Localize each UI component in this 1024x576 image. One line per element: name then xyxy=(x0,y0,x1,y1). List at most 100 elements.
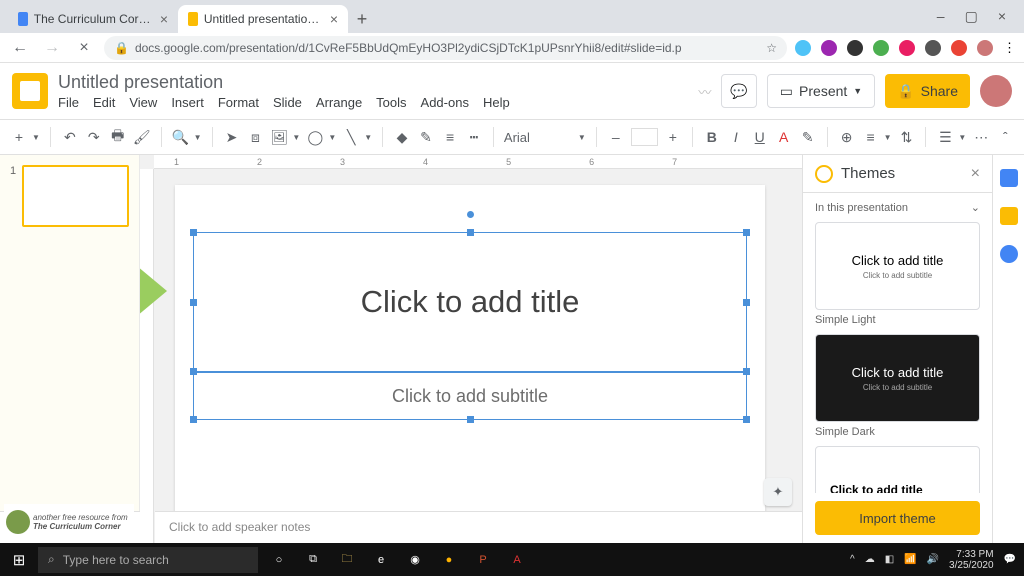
browser-tab[interactable]: The Curriculum Corner teachers × xyxy=(8,5,178,33)
close-icon[interactable]: × xyxy=(998,8,1006,25)
collapse-toolbar-icon[interactable]: ˆ xyxy=(996,127,1014,147)
new-tab-button[interactable]: + xyxy=(348,5,376,33)
share-button[interactable]: 🔒 Share xyxy=(885,74,970,108)
speaker-notes[interactable]: Click to add speaker notes xyxy=(155,511,802,543)
border-color-button[interactable]: ✎ xyxy=(417,127,435,147)
address-bar[interactable]: 🔒 docs.google.com/presentation/d/1CvReF5… xyxy=(104,36,787,60)
cortana-icon[interactable]: ○ xyxy=(264,546,294,574)
taskbar-search[interactable]: ⌕ Type here to search xyxy=(38,547,258,573)
menu-insert[interactable]: Insert xyxy=(171,95,204,110)
tasks-icon[interactable] xyxy=(1000,245,1018,263)
extension-icon[interactable] xyxy=(795,40,811,56)
shape-tool[interactable]: ◯ xyxy=(306,127,324,147)
menu-slide[interactable]: Slide xyxy=(273,95,302,110)
slide-thumbnail[interactable] xyxy=(22,165,129,227)
extension-icon[interactable] xyxy=(847,40,863,56)
extension-icon[interactable] xyxy=(925,40,941,56)
slides-logo[interactable] xyxy=(12,73,48,109)
account-avatar[interactable] xyxy=(980,75,1012,107)
new-slide-button[interactable]: + xyxy=(10,127,28,147)
taskview-icon[interactable]: ⧉ xyxy=(298,546,328,574)
forward-button[interactable]: → xyxy=(40,39,64,57)
menu-edit[interactable]: Edit xyxy=(93,95,115,110)
theme-option[interactable]: Click to add title Click to add subtitle xyxy=(815,222,980,310)
menu-format[interactable]: Format xyxy=(218,95,259,110)
onedrive-icon[interactable]: ☁ xyxy=(865,554,875,565)
menu-help[interactable]: Help xyxy=(483,95,510,110)
font-size-dec[interactable]: – xyxy=(607,127,625,147)
close-panel-icon[interactable]: × xyxy=(971,165,980,183)
slide-canvas[interactable]: Click to add title Click to add subtitle xyxy=(175,185,765,517)
tray-chevron-icon[interactable]: ^ xyxy=(850,554,855,565)
textbox-tool[interactable]: ⧈ xyxy=(246,127,264,147)
app-icon[interactable]: ● xyxy=(434,546,464,574)
highlight-button[interactable]: ✎ xyxy=(799,127,817,147)
chevron-down-icon[interactable]: ⌄ xyxy=(971,201,980,214)
extension-icon[interactable] xyxy=(873,40,889,56)
font-size-input[interactable] xyxy=(631,128,658,146)
minimize-icon[interactable]: – xyxy=(937,8,945,25)
activity-icon[interactable]: 〰 xyxy=(698,82,711,101)
comments-button[interactable]: 💬 xyxy=(721,74,756,108)
undo-button[interactable]: ↶ xyxy=(61,127,79,147)
import-theme-button[interactable]: Import theme xyxy=(815,501,980,535)
stop-button[interactable]: × xyxy=(72,39,96,57)
tray-icon[interactable]: ◧ xyxy=(885,554,894,565)
menu-tools[interactable]: Tools xyxy=(376,95,406,110)
theme-option[interactable]: Click to add title Click to add subtitle xyxy=(815,334,980,422)
bold-button[interactable]: B xyxy=(703,127,721,147)
zoom-button[interactable]: 🔍 xyxy=(172,127,190,147)
notifications-icon[interactable]: 💬 xyxy=(1004,554,1016,565)
select-tool[interactable]: ➤ xyxy=(222,127,240,147)
align-button[interactable]: ≡ xyxy=(862,127,880,147)
calendar-icon[interactable] xyxy=(1000,169,1018,187)
profile-avatar[interactable] xyxy=(977,40,993,56)
extension-icon[interactable] xyxy=(821,40,837,56)
font-size-inc[interactable]: + xyxy=(664,127,682,147)
extension-icon[interactable] xyxy=(951,40,967,56)
explorer-icon[interactable]: 🗀 xyxy=(332,546,362,574)
close-icon[interactable]: × xyxy=(330,11,338,27)
close-icon[interactable]: × xyxy=(160,11,168,27)
powerpoint-icon[interactable]: P xyxy=(468,546,498,574)
browser-tab-active[interactable]: Untitled presentation - Google S × xyxy=(178,5,348,33)
italic-button[interactable]: I xyxy=(727,127,745,147)
title-textbox[interactable]: Click to add title xyxy=(193,232,747,372)
explore-button[interactable]: ✦ xyxy=(764,478,792,506)
clock[interactable]: 7:33 PM 3/25/2020 xyxy=(949,549,994,571)
line-spacing-button[interactable]: ⇅ xyxy=(898,127,916,147)
fill-color-button[interactable]: ◆ xyxy=(393,127,411,147)
image-tool[interactable]: 🖼 xyxy=(270,127,288,147)
theme-option[interactable]: Click to add title xyxy=(815,446,980,493)
menu-view[interactable]: View xyxy=(129,95,157,110)
underline-button[interactable]: U xyxy=(751,127,769,147)
border-dash-button[interactable]: ┅ xyxy=(465,127,483,147)
link-button[interactable]: ⊕ xyxy=(838,127,856,147)
menu-file[interactable]: File xyxy=(58,95,79,110)
volume-icon[interactable]: 🔊 xyxy=(927,554,939,565)
paint-format-button[interactable]: 🖌 xyxy=(133,127,151,147)
line-tool[interactable]: ╲ xyxy=(342,127,360,147)
extension-icon[interactable] xyxy=(899,40,915,56)
menu-addons[interactable]: Add-ons xyxy=(421,95,469,110)
more-button[interactable]: ⋯ xyxy=(972,127,990,147)
list-button[interactable]: ☰ xyxy=(936,127,954,147)
present-button[interactable]: ▭ Present ▼ xyxy=(767,74,875,108)
start-button[interactable]: ⊞ xyxy=(0,551,38,569)
subtitle-textbox[interactable]: Click to add subtitle xyxy=(193,372,747,420)
redo-button[interactable]: ↷ xyxy=(85,127,103,147)
keep-icon[interactable] xyxy=(1000,207,1018,225)
document-title[interactable]: Untitled presentation xyxy=(58,72,510,93)
chrome-icon[interactable]: ◉ xyxy=(400,546,430,574)
edge-icon[interactable]: e xyxy=(366,546,396,574)
border-weight-button[interactable]: ≡ xyxy=(441,127,459,147)
menu-icon[interactable]: ⋮ xyxy=(1003,40,1016,56)
wifi-icon[interactable]: 📶 xyxy=(904,554,916,565)
maximize-icon[interactable]: ▢ xyxy=(965,8,978,25)
print-button[interactable]: 🖶 xyxy=(109,127,127,147)
back-button[interactable]: ← xyxy=(8,39,32,57)
text-color-button[interactable]: A xyxy=(775,127,793,147)
star-icon[interactable]: ☆ xyxy=(766,41,777,55)
font-selector[interactable]: Arial xyxy=(504,130,574,145)
acrobat-icon[interactable]: A xyxy=(502,546,532,574)
